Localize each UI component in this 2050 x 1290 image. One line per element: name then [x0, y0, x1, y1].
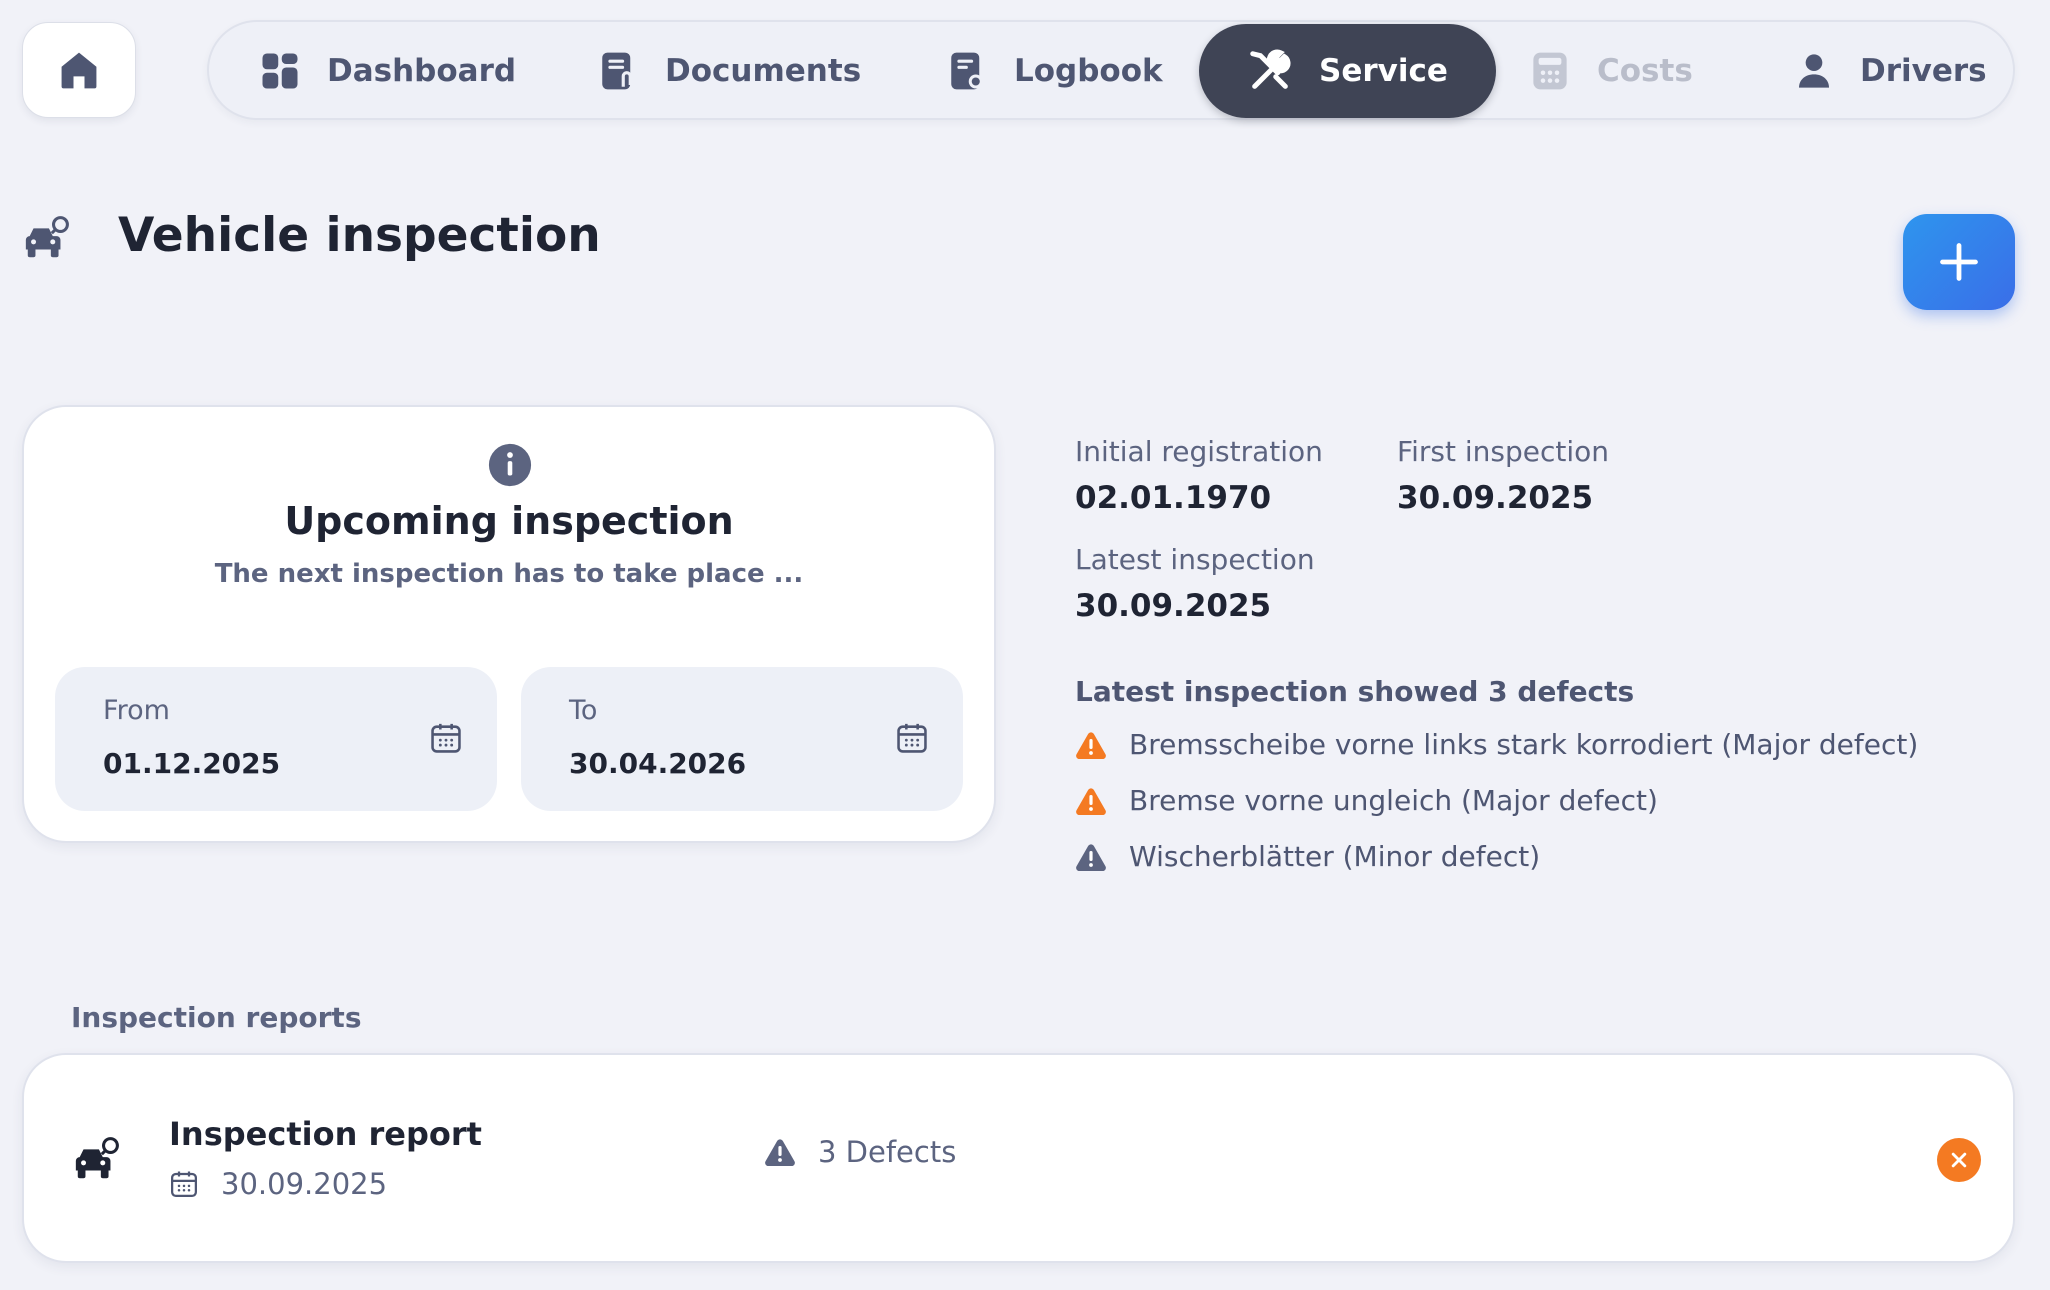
info-icon	[487, 442, 533, 488]
nav-item-logbook[interactable]: Logbook	[946, 24, 1163, 118]
initial-registration-value: 02.01.1970	[1075, 480, 1272, 516]
report-title: Inspection report	[169, 1115, 482, 1153]
logbook-icon	[946, 49, 988, 93]
nav-item-costs[interactable]: Costs	[1529, 24, 1693, 118]
to-date-value: 30.04.2026	[569, 747, 747, 780]
calendar-icon	[169, 1169, 199, 1199]
delete-report-button[interactable]	[1937, 1138, 1981, 1182]
to-date-label: To	[569, 695, 598, 726]
warning-icon	[1075, 786, 1107, 816]
inspection-reports-heading: Inspection reports	[71, 1001, 362, 1034]
main-nav: Dashboard Documents Logbook Service Cost…	[207, 20, 2015, 120]
report-defects: 3 Defects	[764, 1135, 956, 1169]
from-date-label: From	[103, 695, 170, 726]
upcoming-inspection-card: Upcoming inspection The next inspection …	[22, 405, 996, 843]
nav-label: Documents	[665, 53, 862, 89]
close-icon	[1949, 1150, 1969, 1170]
defect-text: Bremse vorne ungleich (Major defect)	[1129, 784, 1658, 817]
from-date-field[interactable]: From 01.12.2025	[55, 667, 497, 811]
report-date-text: 30.09.2025	[221, 1167, 388, 1201]
defect-item: Bremsscheibe vorne links stark korrodier…	[1075, 728, 1918, 761]
report-date: 30.09.2025	[169, 1167, 387, 1201]
first-inspection-label: First inspection	[1397, 435, 1609, 468]
nav-label: Drivers	[1860, 53, 1987, 89]
car-inspection-icon	[72, 1135, 122, 1183]
calculator-icon	[1529, 49, 1571, 93]
nav-label: Logbook	[1014, 53, 1163, 89]
car-inspection-icon	[22, 214, 72, 262]
defect-item: Wischerblätter (Minor defect)	[1075, 840, 1540, 873]
nav-item-service[interactable]: Service	[1199, 24, 1496, 118]
warning-icon	[1075, 730, 1107, 760]
defects-heading: Latest inspection showed 3 defects	[1075, 675, 1635, 708]
from-date-value: 01.12.2025	[103, 747, 281, 780]
plus-icon	[1937, 240, 1981, 284]
initial-registration-label: Initial registration	[1075, 435, 1323, 468]
calendar-icon[interactable]	[429, 721, 463, 755]
document-attachment-icon	[597, 49, 639, 93]
nav-item-documents[interactable]: Documents	[597, 24, 861, 118]
home-button[interactable]	[22, 22, 136, 118]
page-title: Vehicle inspection	[118, 208, 601, 263]
add-inspection-button[interactable]	[1903, 214, 2015, 310]
nav-label: Dashboard	[327, 53, 517, 89]
home-icon	[57, 48, 101, 92]
to-date-field[interactable]: To 30.04.2026	[521, 667, 963, 811]
latest-inspection-value: 30.09.2025	[1075, 588, 1272, 624]
nav-item-dashboard[interactable]: Dashboard	[259, 24, 516, 118]
latest-inspection-label: Latest inspection	[1075, 543, 1315, 576]
defect-text: Bremsscheibe vorne links stark korrodier…	[1129, 728, 1919, 761]
first-inspection-value: 30.09.2025	[1397, 480, 1594, 516]
defect-item: Bremse vorne ungleich (Major defect)	[1075, 784, 1658, 817]
nav-item-drivers[interactable]: Drivers	[1794, 24, 1987, 118]
wrench-screwdriver-icon	[1247, 48, 1293, 94]
person-icon	[1794, 50, 1834, 92]
report-defects-count: 3 Defects	[818, 1135, 957, 1169]
inspection-report-row[interactable]: Inspection report 30.09.2025 3 Defects	[22, 1053, 2015, 1263]
warning-icon	[1075, 842, 1107, 872]
defect-text: Wischerblätter (Minor defect)	[1129, 840, 1541, 873]
warning-icon	[764, 1137, 796, 1167]
upcoming-inspection-title: Upcoming inspection	[284, 499, 734, 543]
nav-label: Service	[1319, 53, 1448, 89]
upcoming-inspection-subtitle: The next inspection has to take place ..…	[214, 559, 804, 589]
dashboard-icon	[259, 50, 301, 92]
calendar-icon[interactable]	[895, 721, 929, 755]
nav-label: Costs	[1597, 53, 1693, 89]
